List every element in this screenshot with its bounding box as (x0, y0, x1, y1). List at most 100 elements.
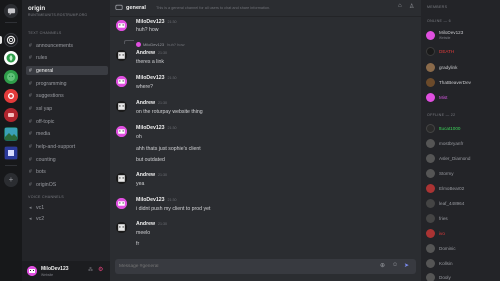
avatar[interactable] (116, 76, 127, 87)
message-time: 21:30 (167, 126, 177, 130)
avatar[interactable] (116, 101, 127, 112)
member-item[interactable]: Kollsin (426, 257, 498, 269)
message-text: oh (136, 134, 142, 140)
ring-icon (8, 93, 14, 99)
message-author[interactable]: Andrew (136, 50, 155, 56)
avatar-art-icon (116, 173, 127, 184)
settings-icon[interactable]: ⚙ (98, 266, 103, 273)
message-text: meelo (136, 230, 151, 236)
member-item[interactable]: Dominic (426, 242, 498, 254)
message-text: i didnt push my client to prod yet (136, 206, 211, 212)
add-server-button[interactable]: + (4, 173, 18, 187)
channel-vc2[interactable]: ◂ vc2 (26, 214, 108, 223)
message-time: 21:30 (158, 222, 168, 226)
message-author[interactable]: MiloDev123 (136, 75, 165, 81)
channel-label: media (36, 130, 51, 137)
server-origin[interactable] (4, 33, 18, 47)
channel-label: bots (36, 168, 46, 175)
home-button[interactable] (4, 4, 18, 18)
attach-icon[interactable]: ⊕ (380, 262, 385, 269)
channel-general[interactable]: # general (26, 66, 108, 75)
send-icon[interactable]: ➤ (404, 262, 409, 269)
online-heading: ONLINE — 6 (427, 19, 451, 23)
member-item[interactable]: MiloDev123 Website (426, 29, 498, 41)
channel-suggestions[interactable]: # suggestions (26, 91, 108, 100)
channel-media[interactable]: # media (26, 129, 108, 138)
avatar[interactable] (116, 198, 127, 209)
channel-originos[interactable]: # originOS (26, 180, 108, 189)
member-item[interactable]: ivo (426, 227, 498, 239)
message-author[interactable]: MiloDev123 (136, 125, 165, 131)
message-author[interactable]: Andrew (136, 100, 155, 106)
voice-channels-category[interactable]: VOICE CHANNELS (28, 195, 64, 199)
member-name: gradylink (439, 64, 458, 70)
avatar (426, 153, 435, 163)
rail-divider (5, 165, 17, 166)
avatar-art-icon (116, 222, 127, 233)
reply-preview[interactable]: MiloDev123 huh? how (143, 42, 184, 47)
avatar[interactable] (27, 266, 37, 276)
message-header: MiloDev123 21:30 (136, 125, 177, 131)
message-author[interactable]: MiloDev123 (136, 197, 165, 203)
channel-label: general (36, 67, 54, 74)
message-text: fr (136, 241, 140, 247)
avatar[interactable] (116, 126, 127, 137)
message-time: 21:30 (167, 198, 177, 202)
member-item[interactable]: Asler_Diamond (426, 152, 498, 164)
message-input[interactable] (119, 262, 369, 271)
member-name: ThatBeaverDev (439, 79, 471, 85)
member-item[interactable]: ThatBeaverDev (426, 76, 498, 88)
message-author[interactable]: MiloDev123 (136, 19, 165, 25)
avatar (426, 92, 435, 102)
mute-icon[interactable]: ⁂ (88, 267, 93, 273)
member-item[interactable]: leaf_448964 (426, 197, 498, 209)
channel-label: vc2 (36, 215, 45, 222)
member-item[interactable]: ElmoBear02 (426, 182, 498, 194)
avatar[interactable] (116, 50, 127, 61)
server-red-game[interactable] (4, 108, 18, 122)
message-author[interactable]: Andrew (136, 172, 155, 178)
channel-announcements[interactable]: # announcements (26, 41, 108, 50)
member-item[interactable]: Dooly (426, 271, 498, 281)
channel-rules[interactable]: # rules (26, 53, 108, 62)
game-icon (8, 113, 14, 117)
pin-icon[interactable]: ⌂ (398, 3, 402, 9)
hash-icon: # (29, 130, 32, 137)
hash-icon: # (29, 67, 32, 74)
channel-vc1[interactable]: ◂ vc1 (26, 203, 108, 212)
member-item[interactable]: Mist (426, 91, 498, 103)
member-item[interactable]: gradylink (426, 61, 498, 73)
avatar[interactable] (116, 20, 127, 31)
text-channels-category[interactable]: TEXT CHANNELS (28, 31, 62, 35)
window-icon (5, 147, 17, 159)
message-author[interactable]: Andrew (136, 221, 155, 227)
channel-label: off-topic (36, 118, 55, 125)
members-icon[interactable]: ♙ (409, 3, 414, 10)
avatar[interactable] (116, 222, 127, 233)
member-item[interactable]: Stormy (426, 167, 498, 179)
member-item[interactable]: mostbryanfr (426, 137, 498, 149)
server-landscape[interactable] (4, 127, 18, 141)
message-text: huh? how (136, 27, 159, 33)
avatar (426, 228, 435, 238)
server-red-ring[interactable] (4, 89, 18, 103)
channel-ssl-yap[interactable]: # ssl yap (26, 104, 108, 113)
message-header: Andrew 21:30 (136, 50, 167, 56)
server-green-face[interactable] (4, 70, 18, 84)
member-item[interactable]: ttucat1000 (426, 122, 498, 134)
channel-label: originOS (36, 181, 57, 188)
reply-avatar (136, 42, 141, 47)
channel-off-topic[interactable]: # off-topic (26, 117, 108, 126)
channel-bots[interactable]: # bots (26, 167, 108, 176)
emoji-icon[interactable]: ☺ (392, 262, 398, 268)
channel-help-and-support[interactable]: # help-and-support (26, 142, 108, 151)
avatar[interactable] (116, 173, 127, 184)
active-server-indicator (0, 36, 2, 44)
channel-programming[interactable]: # programming (26, 79, 108, 88)
member-item[interactable]: DEATH (426, 45, 498, 57)
server-green-leaf[interactable] (4, 51, 18, 65)
server-blue-window[interactable] (4, 146, 18, 160)
member-item[interactable]: fries (426, 212, 498, 224)
channel-counting[interactable]: # counting (26, 155, 108, 164)
message-time: 21:30 (167, 20, 177, 24)
